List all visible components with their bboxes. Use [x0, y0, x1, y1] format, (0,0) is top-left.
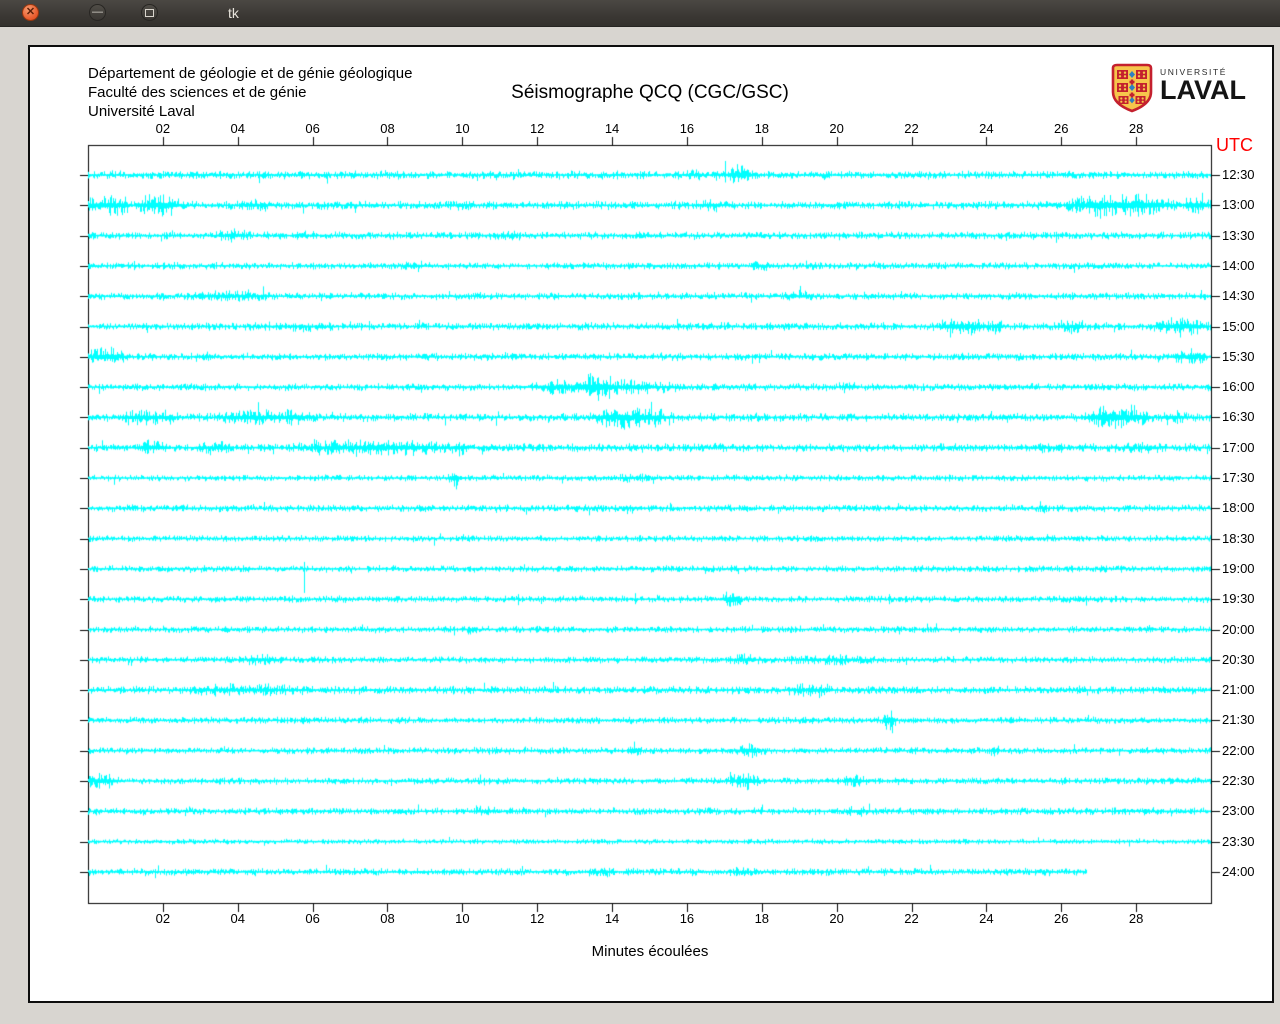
chart-title: Séismographe QCQ (CGC/GSC): [511, 82, 789, 103]
maximize-icon: [145, 8, 154, 17]
utc-time-label: 20:00: [1222, 621, 1255, 637]
x-tick-label-bottom: 26: [1054, 911, 1069, 926]
utc-axis-title: UTC: [1216, 135, 1253, 155]
titlebar: ✕ — tk ↑↓ En (100%) 19:57: [0, 0, 1280, 27]
utc-time-label: 22:30: [1222, 773, 1255, 788]
utc-time-label: 12:30: [1222, 167, 1255, 182]
utc-time-label: 15:30: [1222, 348, 1255, 364]
utc-time-label: 16:30: [1222, 409, 1255, 425]
utc-time-label: 14:00: [1222, 257, 1255, 273]
x-tick-label-bottom: 22: [904, 911, 919, 926]
universite-laval-logo: UNIVERSITÉ LAVAL: [1108, 63, 1246, 113]
utc-time-label: 23:00: [1222, 803, 1255, 819]
utc-time-label: 15:00: [1222, 318, 1255, 334]
utc-time-label: 23:30: [1222, 833, 1255, 849]
x-tick-label-bottom: 06: [305, 911, 320, 926]
x-tick-label-bottom: 08: [380, 911, 395, 926]
x-tick-label-bottom: 18: [754, 911, 770, 926]
x-tick-label-bottom: 02: [155, 911, 171, 926]
laval-shield-icon: [1111, 63, 1153, 113]
minimize-button[interactable]: —: [89, 4, 106, 21]
x-tick-label-top: 02: [155, 121, 171, 136]
x-tick-label-bottom: 12: [529, 911, 545, 926]
utc-time-label: 20:30: [1222, 651, 1255, 667]
header-line-1: Département de géologie et de génie géol…: [88, 65, 413, 82]
x-tick-label-top: 08: [380, 121, 395, 136]
header-line-2: Faculté des sciences et de génie: [88, 84, 307, 101]
utc-time-label: 19:00: [1222, 560, 1255, 576]
utc-time-label: 13:00: [1222, 197, 1255, 213]
x-tick-label-top: 16: [679, 121, 695, 136]
utc-time-label: 21:00: [1222, 682, 1255, 698]
utc-time-label: 16:00: [1222, 379, 1255, 395]
close-button[interactable]: ✕: [22, 4, 39, 21]
utc-time-label: 13:30: [1222, 227, 1255, 243]
x-tick-label-bottom: 20: [829, 911, 844, 926]
x-tick-label-top: 20: [829, 121, 844, 136]
close-icon: ✕: [25, 6, 36, 18]
utc-time-label: 21:30: [1222, 712, 1255, 728]
x-tick-label-top: 10: [455, 121, 470, 136]
minimize-icon: —: [92, 6, 103, 18]
x-axis-label: Minutes écoulées: [591, 943, 709, 960]
utc-time-label: 14:30: [1222, 288, 1255, 304]
laval-logo-text: UNIVERSITÉ LAVAL: [1160, 67, 1246, 105]
x-tick-label-bottom: 14: [604, 911, 620, 926]
x-tick-label-top: 14: [604, 121, 620, 136]
window-title: tk: [228, 5, 239, 21]
x-tick-label-bottom: 16: [679, 911, 695, 926]
seismograph-plot: [70, 125, 1230, 945]
logo-laval-label: LAVAL: [1160, 75, 1246, 105]
utc-time-label: 18:00: [1222, 500, 1255, 516]
utc-time-label: 18:30: [1222, 530, 1255, 546]
x-tick-label-top: 28: [1128, 121, 1144, 136]
institution-header: Département de géologie et de génie géol…: [88, 64, 412, 121]
x-tick-label-top: 18: [754, 121, 770, 136]
x-tick-label-top: 12: [529, 121, 545, 136]
x-tick-label-bottom: 04: [230, 911, 245, 926]
utc-time-label: 19:30: [1222, 591, 1255, 607]
utc-time-label: 24:00: [1222, 863, 1255, 879]
utc-time-label: 22:00: [1222, 742, 1255, 758]
x-tick-label-bottom: 28: [1128, 911, 1144, 926]
maximize-button[interactable]: [141, 4, 158, 21]
x-tick-label-top: 06: [305, 121, 320, 136]
utc-time-label: 17:30: [1222, 470, 1255, 485]
x-tick-label-top: 22: [904, 121, 919, 136]
x-tick-label-bottom: 24: [979, 911, 994, 926]
x-tick-label-top: 04: [230, 121, 245, 136]
x-tick-label-top: 24: [979, 121, 994, 136]
x-tick-label-bottom: 10: [455, 911, 470, 926]
tk-window: Département de géologie et de génie géol…: [28, 45, 1274, 1003]
utc-time-label: 17:00: [1222, 439, 1255, 455]
x-tick-label-top: 26: [1054, 121, 1069, 136]
header-line-3: Université Laval: [88, 103, 195, 120]
